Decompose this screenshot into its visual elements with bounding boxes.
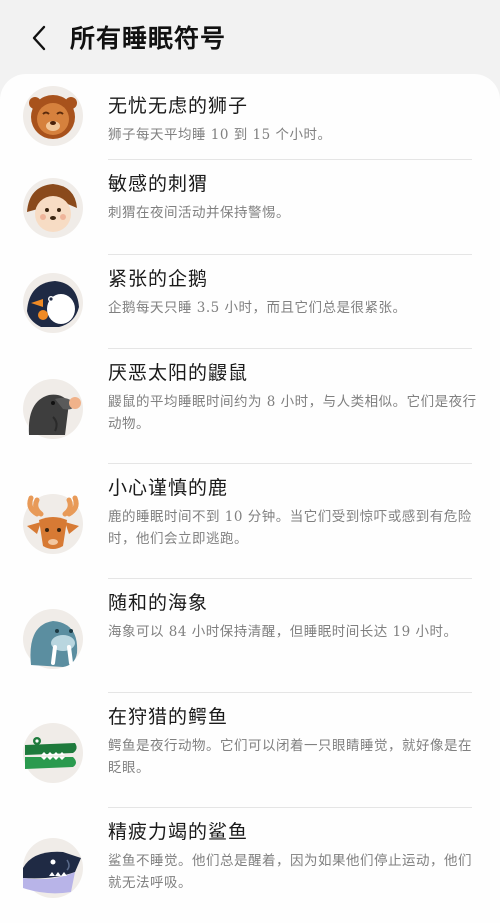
item-description: 鲨鱼不睡觉。他们总是醒着，因为如果他们停止运动，他们就无法呼吸。: [108, 853, 472, 891]
list-item-lion[interactable]: 无忧无虑的狮子 狮子每天平均睡 10 到 15 个小时。: [0, 82, 500, 168]
chevron-left-icon: [32, 25, 46, 51]
hedgehog-icon: [23, 178, 83, 238]
item-title: 精疲力竭的鲨鱼: [108, 821, 249, 843]
item-description: 海象可以 84 小时保持清醒，但睡眠时间长达 19 小时。: [108, 624, 458, 640]
item-description: 鼹鼠的平均睡眠时间约为 8 小时，与人类相似。它们是夜行动物。: [108, 394, 477, 432]
item-description: 鳄鱼是夜行动物。它们可以闭着一只眼睛睡觉，就好像是在眨眼。: [108, 738, 472, 776]
mole-icon: [23, 379, 83, 439]
item-title: 随和的海象: [108, 592, 209, 614]
item-title: 小心谨慎的鹿: [108, 477, 229, 499]
deer-icon: [23, 494, 83, 554]
list-item-penguin[interactable]: 紧张的企鹅 企鹅每天只睡 3.5 小时，而且它们总是很紧张。: [0, 255, 500, 349]
back-button[interactable]: [22, 20, 56, 56]
page-title: 所有睡眠符号: [70, 24, 227, 53]
item-title: 无忧无虑的狮子: [108, 95, 249, 117]
list-item-shark[interactable]: 精疲力竭的鲨鱼 鲨鱼不睡觉。他们总是醒着，因为如果他们停止运动，他们就无法呼吸。: [0, 808, 500, 922]
item-title: 厌恶太阳的鼹鼠: [108, 362, 249, 384]
item-description: 企鹅每天只睡 3.5 小时，而且它们总是很紧张。: [108, 300, 407, 316]
list-item-hedgehog[interactable]: 敏感的刺猬 刺猬在夜间活动并保持警惕。: [0, 160, 500, 254]
walrus-icon: [23, 609, 83, 669]
list-item-mole[interactable]: 厌恶太阳的鼹鼠 鼹鼠的平均睡眠时间约为 8 小时，与人类相似。它们是夜行动物。: [0, 349, 500, 463]
app-header: 所有睡眠符号: [0, 0, 500, 74]
penguin-icon: [23, 273, 83, 333]
list-item-walrus[interactable]: 随和的海象 海象可以 84 小时保持清醒，但睡眠时间长达 19 小时。: [0, 579, 500, 693]
symbol-list: 无忧无虑的狮子 狮子每天平均睡 10 到 15 个小时。 敏感的刺猬 刺猬在夜间…: [0, 74, 500, 923]
list-item-deer[interactable]: 小心谨慎的鹿 鹿的睡眠时间不到 10 分钟。当它们受到惊吓或感到有危险时，他们会…: [0, 464, 500, 578]
item-description: 狮子每天平均睡 10 到 15 个小时。: [108, 127, 332, 143]
item-title: 在狩猎的鳄鱼: [108, 706, 229, 728]
item-title: 紧张的企鹅: [108, 268, 209, 290]
item-description: 刺猬在夜间活动并保持警惕。: [108, 205, 290, 221]
crocodile-icon: [23, 723, 83, 783]
list-item-crocodile[interactable]: 在狩猎的鳄鱼 鳄鱼是夜行动物。它们可以闭着一只眼睛睡觉，就好像是在眨眼。: [0, 693, 500, 807]
item-description: 鹿的睡眠时间不到 10 分钟。当它们受到惊吓或感到有危险时，他们会立即逃跑。: [108, 509, 472, 547]
item-title: 敏感的刺猬: [108, 173, 209, 195]
lion-icon: [23, 86, 83, 146]
shark-icon: [23, 838, 83, 898]
